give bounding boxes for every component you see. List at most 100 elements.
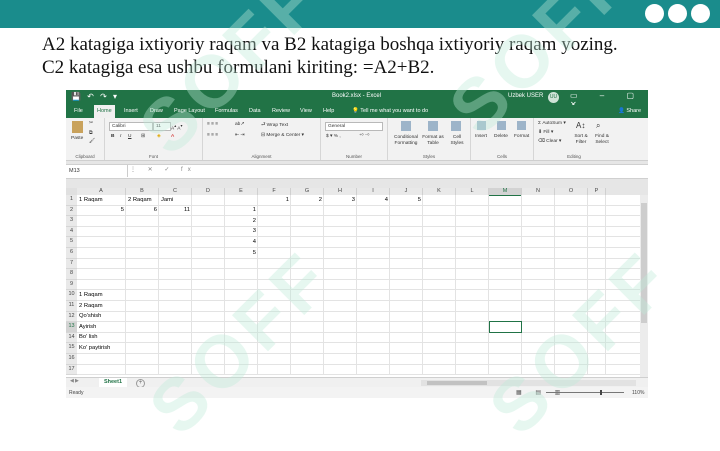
column-header-n[interactable]: N: [522, 188, 555, 195]
tab-data[interactable]: Data: [249, 108, 261, 114]
conditional-formatting-button[interactable]: Conditional Formatting: [390, 135, 422, 147]
cell-a11[interactable]: 2 Raqam: [79, 303, 124, 309]
column-header-o[interactable]: O: [555, 188, 588, 195]
cell-h1[interactable]: 3: [326, 197, 355, 203]
cell-a1[interactable]: 1 Raqam: [79, 197, 124, 203]
number-format-select[interactable]: General: [325, 122, 383, 131]
row-header-16[interactable]: 16: [66, 354, 77, 365]
row-header-5[interactable]: 5: [66, 237, 77, 248]
row-header-4[interactable]: 4: [66, 226, 77, 238]
cell-a10[interactable]: 1 Raqam: [79, 292, 124, 298]
column-header-f[interactable]: F: [258, 188, 291, 195]
row-header-8[interactable]: 8: [66, 269, 77, 280]
tab-file[interactable]: File: [74, 108, 83, 114]
find-select-button[interactable]: Find & Select: [592, 134, 612, 146]
row-header-11[interactable]: 11: [66, 301, 77, 312]
row-header-10[interactable]: 10: [66, 290, 77, 301]
bold-icon[interactable]: B: [111, 134, 114, 139]
cell-e4[interactable]: 3: [227, 228, 256, 234]
cell-a2[interactable]: 5: [79, 207, 124, 213]
cell-a14[interactable]: Bo' lish: [79, 334, 124, 340]
zoom-level[interactable]: 110%: [632, 390, 644, 396]
column-header-h[interactable]: H: [324, 188, 357, 195]
borders-icon[interactable]: ⊞: [141, 134, 145, 139]
row-header-13[interactable]: 13: [66, 322, 77, 333]
fill-button[interactable]: ⬇ Fill ▾: [538, 130, 553, 135]
name-box[interactable]: M13: [66, 165, 128, 177]
tell-me-search[interactable]: 💡 Tell me what you want to do: [352, 108, 428, 114]
row-header-15[interactable]: 15: [66, 343, 77, 354]
underline-icon[interactable]: U: [128, 134, 131, 139]
row-header-3[interactable]: 3: [66, 216, 77, 227]
cell-f1[interactable]: 1: [260, 197, 289, 203]
column-header-c[interactable]: C: [159, 188, 192, 195]
column-header-a[interactable]: A: [77, 188, 126, 195]
sort-filter-icon[interactable]: A↕: [576, 121, 585, 130]
column-header-b[interactable]: B: [126, 188, 159, 195]
cell-a13[interactable]: Ayirish: [79, 324, 124, 330]
column-header-m[interactable]: M: [489, 188, 522, 196]
decimal-icon[interactable]: ⁺⁰ ⁻⁰: [359, 134, 369, 139]
column-header-k[interactable]: K: [423, 188, 456, 195]
paste-icon[interactable]: [72, 121, 83, 133]
cell-e6[interactable]: 5: [227, 250, 256, 256]
column-header-g[interactable]: G: [291, 188, 324, 195]
column-header-j[interactable]: J: [390, 188, 423, 195]
column-header-l[interactable]: L: [456, 188, 489, 195]
cell-c2[interactable]: 11: [161, 207, 190, 213]
orientation-icon[interactable]: ab↗: [235, 122, 244, 127]
autosum-button[interactable]: Σ AutoSum ▾: [538, 121, 566, 126]
cell-e5[interactable]: 4: [227, 239, 256, 245]
row-header-9[interactable]: 9: [66, 279, 77, 291]
clear-button[interactable]: ⌫ Clear ▾: [538, 139, 561, 144]
row-header-17[interactable]: 17: [66, 364, 77, 376]
cell-g1[interactable]: 2: [293, 197, 322, 203]
column-header-d[interactable]: D: [192, 188, 225, 195]
find-icon[interactable]: ⌕: [596, 121, 600, 131]
cell-e3[interactable]: 2: [227, 218, 256, 224]
cell-styles-button[interactable]: Cell Styles: [447, 135, 467, 147]
paste-button[interactable]: Paste: [71, 136, 83, 141]
cell-e2[interactable]: 1: [227, 207, 256, 213]
quick-access-toolbar[interactable]: 💾 ↶ ↷ ▾: [71, 92, 119, 101]
italic-icon[interactable]: I: [120, 134, 121, 139]
indent-icon[interactable]: ⇤ ⇥: [235, 133, 244, 138]
cell-c1[interactable]: Jami: [161, 197, 190, 203]
cell-i1[interactable]: 4: [359, 197, 388, 203]
cell-j1[interactable]: 5: [392, 197, 421, 203]
format-as-table-button[interactable]: Format as Table: [422, 135, 444, 147]
share-button[interactable]: 👤 Share: [618, 108, 641, 114]
zoom-slider-thumb[interactable]: [600, 390, 602, 395]
cell-styles-icon[interactable]: [451, 121, 461, 131]
cell-b2[interactable]: 6: [128, 207, 157, 213]
format-as-table-icon[interactable]: [428, 121, 438, 131]
column-header-i[interactable]: I: [357, 188, 390, 195]
avatar[interactable]: UU: [548, 92, 559, 103]
row-header-14[interactable]: 14: [66, 332, 77, 344]
currency-icon[interactable]: $ ▾ % ,: [326, 134, 341, 139]
cell-b1[interactable]: 2 Raqam: [128, 197, 157, 203]
sheet-nav-arrows-icon[interactable]: ◀ ▶: [70, 379, 79, 384]
row-header-6[interactable]: 6: [66, 248, 77, 259]
tab-help[interactable]: Help: [323, 108, 334, 114]
tab-review[interactable]: Review: [272, 108, 290, 114]
row-header-12[interactable]: 12: [66, 311, 77, 323]
copy-icon[interactable]: ⧉: [89, 130, 92, 136]
cut-icon[interactable]: ✂: [89, 121, 93, 126]
tab-view[interactable]: View: [300, 108, 312, 114]
tab-home[interactable]: Home: [94, 105, 115, 118]
format-button[interactable]: Format: [514, 134, 529, 139]
cell-a15[interactable]: Ko' paytirish: [79, 345, 124, 351]
sort-filter-button[interactable]: Sort & Filter: [572, 134, 590, 146]
column-header-p[interactable]: P: [588, 188, 606, 195]
row-header-1[interactable]: 1: [66, 195, 77, 206]
column-header-e[interactable]: E: [225, 188, 258, 195]
row-header-2[interactable]: 2: [66, 205, 77, 217]
wrap-text-button[interactable]: ⮐ Wrap Text: [261, 122, 288, 130]
row-header-7[interactable]: 7: [66, 258, 77, 270]
merge-center-button[interactable]: ⊟ Merge & Center ▾: [261, 133, 304, 138]
cell-a12[interactable]: Qo'shish: [79, 313, 124, 319]
format-painter-icon[interactable]: 🖌: [89, 139, 95, 144]
active-cell-outline[interactable]: [489, 321, 522, 333]
conditional-formatting-icon[interactable]: [401, 121, 411, 131]
